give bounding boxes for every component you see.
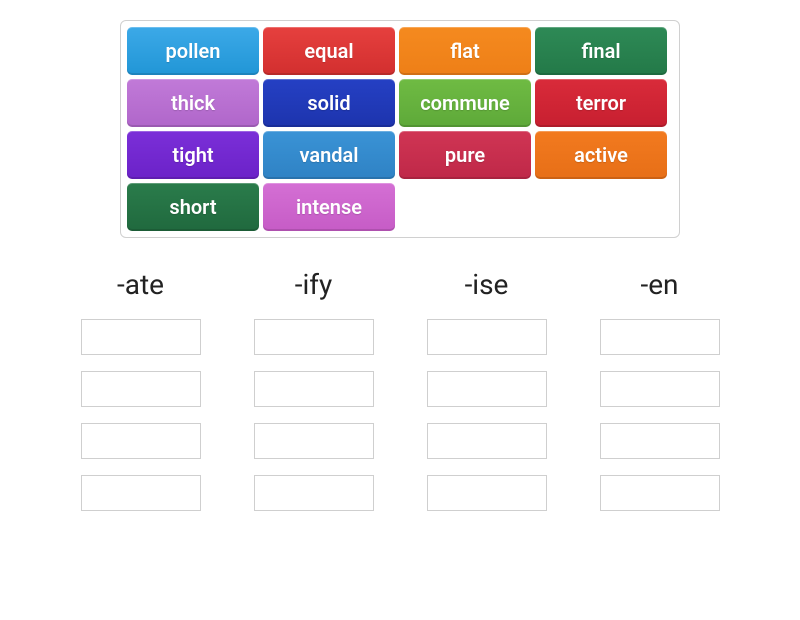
word-tile-pure[interactable]: pure: [399, 131, 531, 179]
word-tile-vandal[interactable]: vandal: [263, 131, 395, 179]
word-tile-final[interactable]: final: [535, 27, 667, 75]
column-header: -ate: [117, 268, 164, 301]
drop-columns: -ate -ify -ise -en: [60, 268, 740, 527]
drop-slot[interactable]: [254, 475, 374, 511]
word-tile-flat[interactable]: flat: [399, 27, 531, 75]
word-tile-intense[interactable]: intense: [263, 183, 395, 231]
word-tile-pollen[interactable]: pollen: [127, 27, 259, 75]
word-tile-short[interactable]: short: [127, 183, 259, 231]
word-tile-thick[interactable]: thick: [127, 79, 259, 127]
column-en: -en: [579, 268, 740, 527]
drop-slot[interactable]: [427, 371, 547, 407]
word-tile-commune[interactable]: commune: [399, 79, 531, 127]
drop-slot[interactable]: [600, 319, 720, 355]
word-tile-terror[interactable]: terror: [535, 79, 667, 127]
drop-slot[interactable]: [600, 423, 720, 459]
column-header: -ise: [465, 268, 509, 301]
drop-slot[interactable]: [427, 475, 547, 511]
column-ate: -ate: [60, 268, 221, 527]
drop-slot[interactable]: [254, 319, 374, 355]
word-tile-equal[interactable]: equal: [263, 27, 395, 75]
drop-slot[interactable]: [600, 475, 720, 511]
drop-slot[interactable]: [427, 423, 547, 459]
column-ise: -ise: [406, 268, 567, 527]
word-tile-active[interactable]: active: [535, 131, 667, 179]
word-tile-tight[interactable]: tight: [127, 131, 259, 179]
column-header: -en: [640, 268, 678, 301]
word-bank: pollenequalflatfinal thicksolidcommuneter…: [120, 20, 680, 238]
drop-slot[interactable]: [254, 423, 374, 459]
drop-slot[interactable]: [427, 319, 547, 355]
drop-slot[interactable]: [81, 423, 201, 459]
drop-slot[interactable]: [81, 371, 201, 407]
word-tile-solid[interactable]: solid: [263, 79, 395, 127]
drop-slot[interactable]: [254, 371, 374, 407]
drop-slot[interactable]: [81, 319, 201, 355]
drop-slot[interactable]: [600, 371, 720, 407]
drop-slot[interactable]: [81, 475, 201, 511]
column-ify: -ify: [233, 268, 394, 527]
column-header: -ify: [295, 268, 333, 301]
